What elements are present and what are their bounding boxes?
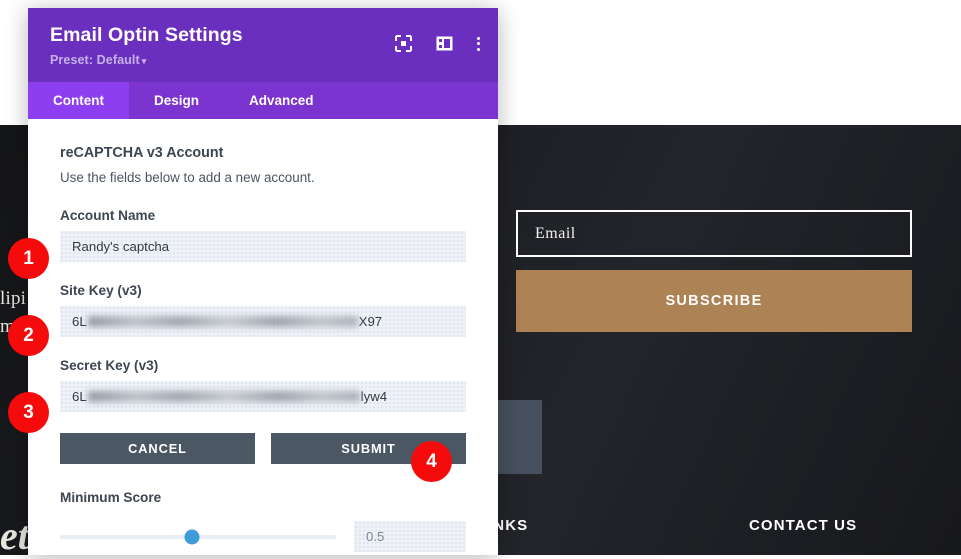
minimum-score-row: 0.5: [60, 521, 466, 553]
modal-header: Email Optin Settings Preset: Default ▾: [28, 8, 498, 83]
site-key-field[interactable]: 6L X97: [60, 306, 466, 338]
secret-key-group: Secret Key (v3) 6L lyw4: [60, 358, 466, 413]
account-name-field[interactable]: Randy's captcha: [60, 231, 466, 263]
site-key-prefix: 6L: [72, 314, 87, 330]
callout-badge-4: 4: [411, 441, 452, 482]
callout-badge-1: 1: [8, 238, 49, 279]
preset-label: Preset: Default: [50, 53, 140, 68]
chevron-down-icon: ▾: [141, 56, 147, 67]
modal-header-icons: [395, 35, 480, 52]
minimum-score-label: Minimum Score: [60, 490, 162, 506]
preset-selector[interactable]: Preset: Default ▾: [50, 53, 146, 67]
email-optin-widget: Email SUBSCRIBE: [516, 210, 912, 332]
cancel-button[interactable]: CANCEL: [60, 433, 255, 465]
secret-key-suffix: lyw4: [360, 389, 388, 405]
site-key-suffix: X97: [358, 314, 383, 330]
callout-badge-3: 3: [8, 392, 49, 433]
section-title: reCAPTCHA v3 Account: [60, 145, 224, 162]
tab-advanced[interactable]: Advanced: [224, 82, 339, 119]
more-vertical-icon[interactable]: [477, 36, 480, 51]
account-name-group: Account Name Randy's captcha: [60, 208, 466, 263]
secret-key-prefix: 6L: [72, 389, 87, 405]
modal-tabs: Content Design Advanced: [28, 82, 498, 120]
focus-target-icon[interactable]: [395, 35, 412, 52]
account-name-label: Account Name: [60, 208, 156, 224]
minimum-score-value[interactable]: 0.5: [354, 521, 466, 553]
callout-badge-2: 2: [8, 315, 49, 356]
site-key-group: Site Key (v3) 6L X97: [60, 283, 466, 338]
layout-panel-icon[interactable]: [436, 35, 453, 52]
secret-key-field[interactable]: 6L lyw4: [60, 381, 466, 413]
section-subtitle: Use the fields below to add a new accoun…: [60, 170, 315, 186]
email-input[interactable]: Email: [516, 210, 912, 257]
secret-key-redacted-mask: [87, 391, 360, 403]
secret-key-label: Secret Key (v3): [60, 358, 159, 374]
footer-contact-heading: CONTACT US: [749, 517, 858, 534]
site-key-redacted-mask: [87, 316, 358, 328]
slider-handle[interactable]: [184, 529, 200, 545]
tab-content[interactable]: Content: [28, 82, 129, 120]
modal-body: reCAPTCHA v3 Account Use the fields belo…: [28, 119, 498, 555]
tab-design[interactable]: Design: [129, 82, 224, 119]
minimum-score-slider[interactable]: [60, 529, 336, 545]
site-key-label: Site Key (v3): [60, 283, 142, 299]
minimum-score-group: Minimum Score 0.5: [60, 490, 466, 553]
subscribe-button[interactable]: SUBSCRIBE: [516, 270, 912, 332]
form-action-row: CANCEL SUBMIT: [60, 433, 466, 465]
